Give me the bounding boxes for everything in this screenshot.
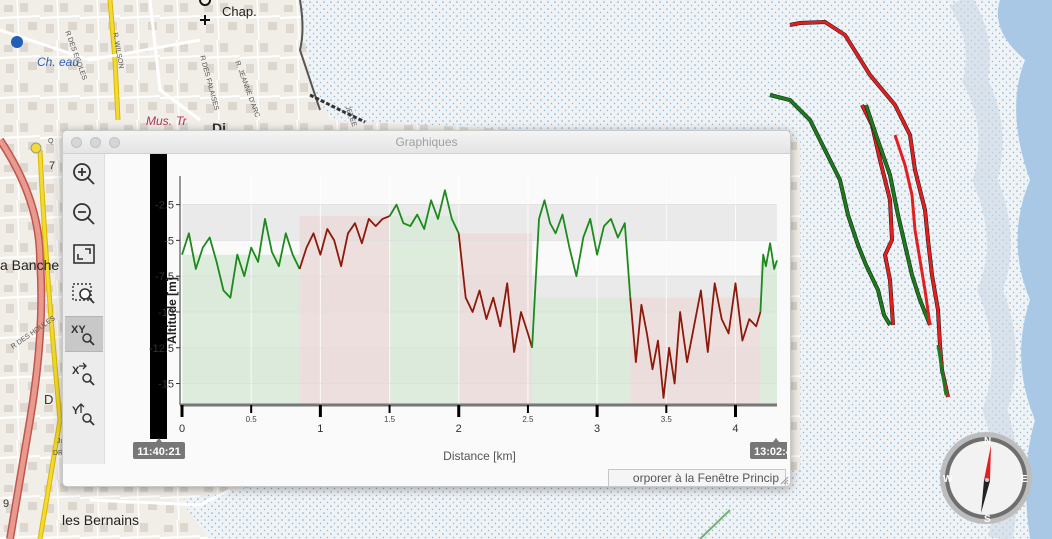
zoom-xy-icon: XY [71,324,95,346]
dock-to-main-window-button[interactable]: orporer à la Fenêtre Princip [608,469,786,486]
y-tick-label: -15 [158,379,174,391]
time-start-badge: 11:40:21 [137,446,180,458]
resize-grip-icon[interactable] [780,476,789,485]
segment-fill-up [182,254,300,405]
zoom-y-icon: Y [72,403,95,426]
x-tick-minor-label: 2.5 [522,415,534,424]
map-label-edge-tr: Tr [176,114,187,128]
window-titlebar[interactable]: Graphiques [63,131,790,154]
x-tick-label: 1 [317,423,323,435]
svg-text:E: E [1021,474,1028,485]
time-end-badge: 13:02:41 [754,446,787,458]
map-label-chap: Chap. [222,4,257,19]
segment-fill-down [299,216,390,405]
compass-icon[interactable]: N E S W [939,431,1035,527]
zoom-x-button[interactable]: X [65,356,103,392]
zoom-rect-icon [72,283,95,304]
svg-text:S: S [984,514,991,525]
x-tick-minor-label: 3.5 [661,415,673,424]
zoom-rect-button[interactable] [65,276,103,312]
y-axis-title: Altitude [m] [165,277,179,344]
zoom-in-icon [73,163,95,185]
x-tick-label: 0 [179,423,185,435]
svg-text:N: N [984,436,991,447]
chart-toolbar: XY X Y [63,154,105,464]
map-label-mus: Mus. [146,114,173,128]
svg-text:X: X [72,365,80,377]
zoom-fit-button[interactable] [65,236,103,272]
map-label-bernains: les Bernains [62,512,140,528]
x-tick-label: 2 [456,423,462,435]
water-tower-marker [11,36,23,48]
window-title: Graphiques [395,135,458,149]
x-axis-title: Distance [km] [443,449,516,463]
map-label-edge-q: Q [48,138,54,145]
zoom-out-icon [73,203,95,225]
zoom-in-button[interactable] [65,156,103,192]
map-label-route-number: 7 [49,160,56,172]
y-tick-label: -2.5 [155,200,174,212]
graphics-window[interactable]: Graphiques XY X Y -2.5 -5 -7.5 -10 -12.5 -15 0… [62,130,791,487]
map-label-edge-d: D [44,392,54,407]
map-label-banche: a Banche [0,257,60,273]
zoom-out-button[interactable] [65,196,103,232]
segment-fill-down [458,233,533,405]
x-tick-minor-label: 0.5 [246,415,258,424]
segment-fill-up [389,216,459,405]
zoom-xy-button[interactable]: XY [65,316,103,352]
altitude-chart[interactable]: -2.5-5-7.5-10-12.5-150 1 2 3 40.5 1.5 2.5 3.5Di… [107,154,787,466]
svg-text:W: W [943,474,953,485]
y-tick-label: -5 [164,235,174,247]
expand-icon [73,244,95,264]
map-label-edge-9: 9 [3,498,10,510]
time-end-badge-pointer [773,438,779,442]
x-tick-minor-label: 1.5 [384,415,396,424]
x-tick-label: 3 [594,423,600,435]
zoom-x-icon: X [72,362,95,386]
segment-fill-up [532,297,631,405]
svg-text:XY: XY [71,324,86,336]
x-tick-label: 4 [732,423,738,435]
zoom-y-button[interactable]: Y [65,396,103,432]
